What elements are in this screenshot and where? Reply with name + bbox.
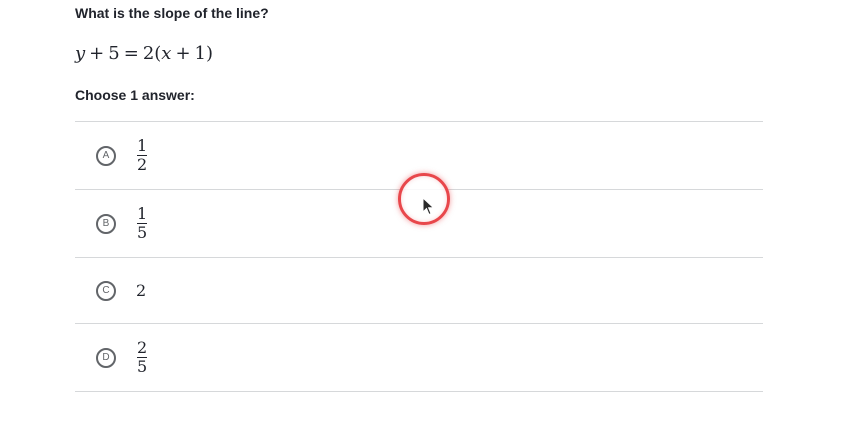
cursor-highlight [398,173,450,225]
choice-b-letter[interactable]: B [96,213,116,234]
choice-d-denominator: 5 [137,357,148,376]
choice-d[interactable]: D 2 5 [75,324,763,392]
equation-plus: + [89,43,105,64]
choice-b-denominator: 5 [137,223,148,242]
equation-two: 2( [142,43,162,64]
equation-equals: = [123,43,139,64]
equation-plus-2: + [175,43,191,64]
choice-c[interactable]: C 2 [75,258,763,324]
choice-a-letter[interactable]: A [96,145,116,166]
choice-b-numerator: 1 [137,204,148,223]
choice-c-value: 2 [136,281,147,300]
question-text: What is the slope of the line? [75,5,269,21]
choice-b-fraction: 1 5 [136,206,148,241]
choice-d-fraction: 2 5 [136,340,148,375]
equation-y: y [75,43,86,64]
equation-close: ) [206,43,214,64]
choice-a-denominator: 2 [137,155,148,174]
choice-d-numerator: 2 [137,338,148,357]
answer-prompt: Choose 1 answer: [75,87,195,103]
mouse-pointer-icon [422,197,435,216]
equation-x: x [161,43,172,64]
choice-c-letter[interactable]: C [96,280,116,301]
choice-list: A 1 2 B 1 5 C 2 D 2 5 [75,121,763,392]
equation-five: 5 [108,43,120,64]
choice-a-numerator: 1 [137,136,148,155]
equation: y +5 = 2(x +1) [75,42,213,66]
choice-d-letter[interactable]: D [96,347,116,368]
choice-a-fraction: 1 2 [136,138,148,173]
equation-one: 1 [194,43,206,64]
